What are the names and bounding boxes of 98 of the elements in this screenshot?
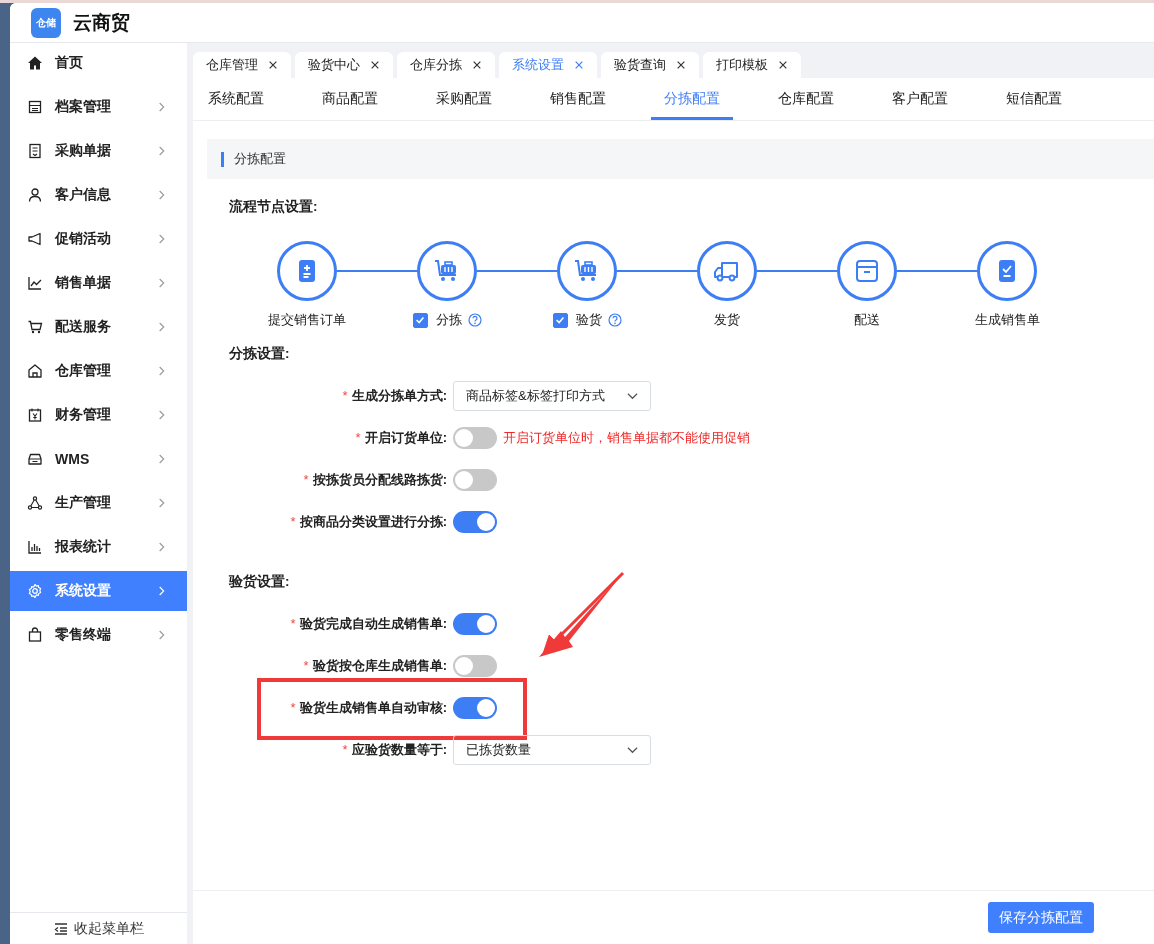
required-asterisk: * <box>303 658 309 673</box>
field-label-text: 应验货数量等于: <box>351 742 447 757</box>
config-tab[interactable]: 销售配置 <box>537 78 619 120</box>
group-title: 验货设置: <box>229 573 291 591</box>
sidebar-item[interactable]: 仓库管理 <box>10 351 187 391</box>
close-icon <box>676 60 686 70</box>
field-label-text: 生成分拣单方式: <box>351 388 447 403</box>
sidebar-item[interactable]: 报表统计 <box>10 527 187 567</box>
collapse-icon <box>53 921 68 936</box>
sidebar-item[interactable]: 财务管理 <box>10 395 187 435</box>
step-label: 生成销售单 <box>974 311 1040 329</box>
group-title: 流程节点设置: <box>229 198 319 216</box>
required-asterisk: * <box>290 514 296 529</box>
page-tab[interactable]: 系统设置 <box>499 52 597 78</box>
home-icon <box>27 55 43 71</box>
page-tab[interactable]: 仓库分拣 <box>397 52 495 78</box>
sidebar-item[interactable]: 零售终端 <box>10 615 187 655</box>
cabinet-icon <box>27 99 43 115</box>
config-tab[interactable]: 分拣配置 <box>651 78 733 120</box>
sidebar-item[interactable]: 档案管理 <box>10 87 187 127</box>
close-icon <box>268 60 278 70</box>
sidebar-item[interactable]: WMS <box>10 439 187 479</box>
config-tab[interactable]: 客户配置 <box>879 78 961 120</box>
chevron-down-icon <box>627 392 638 400</box>
sidebar-item[interactable]: 系统设置 <box>10 571 187 611</box>
check-icon <box>554 314 566 326</box>
settings-icon <box>27 583 43 599</box>
bar-chart-icon <box>27 539 43 555</box>
page-tab[interactable]: 验货查询 <box>601 52 699 78</box>
close-icon <box>370 60 380 70</box>
help-icon <box>467 313 482 327</box>
required-asterisk: * <box>303 472 309 487</box>
help-icon <box>607 313 622 327</box>
chevron-down-icon <box>627 746 638 754</box>
required-asterisk: * <box>342 742 348 757</box>
calendar-icon <box>27 407 43 423</box>
required-asterisk: * <box>290 616 296 631</box>
toggle-switch[interactable] <box>453 469 497 491</box>
step-label: 发货 <box>714 311 740 329</box>
field-label-text: 按商品分类设置进行分拣: <box>299 514 447 529</box>
page-tab[interactable]: 仓库管理 <box>193 52 291 78</box>
page-tab[interactable]: 验货中心 <box>295 52 393 78</box>
sidebar-item[interactable]: 首页 <box>10 43 187 83</box>
close-icon <box>778 60 788 70</box>
sidebar-item[interactable]: 客户信息 <box>10 175 187 215</box>
step-checkbox[interactable] <box>412 312 428 328</box>
dropdown-field[interactable]: 已拣货数量 <box>453 735 651 765</box>
collapse-menu-button[interactable]: 收起菜单栏 <box>10 912 187 944</box>
required-asterisk: * <box>290 700 296 715</box>
close-icon <box>574 60 584 70</box>
car-icon <box>27 451 43 467</box>
required-asterisk: * <box>355 430 361 445</box>
app-logo: 仓储 <box>31 7 61 38</box>
dropdown-field[interactable]: 商品标签&标签打印方式 <box>453 381 651 411</box>
config-tab[interactable]: 商品配置 <box>309 78 391 120</box>
sidebar-item[interactable]: 促销活动 <box>10 219 187 259</box>
step-label: 分拣 <box>435 311 462 329</box>
cart-icon <box>27 319 43 335</box>
required-asterisk: * <box>342 388 348 403</box>
sidebar-item[interactable]: 销售单据 <box>10 263 187 303</box>
warning-text: 开启订货单位时，销售单据都不能使用促销 <box>503 429 750 447</box>
step-label: 提交销售订单 <box>268 311 346 329</box>
field-label-text: 开启订货单位: <box>364 430 447 445</box>
field-label-text: 按拣货员分配线路拣货: <box>312 472 447 487</box>
save-button[interactable]: 保存分拣配置 <box>988 902 1094 933</box>
box-icon <box>853 257 881 285</box>
field-label-text: 验货完成自动生成销售单: <box>299 616 447 631</box>
page-tab[interactable]: 打印模板 <box>703 52 801 78</box>
config-tab[interactable]: 短信配置 <box>993 78 1075 120</box>
toggle-switch[interactable] <box>453 511 497 533</box>
house-icon <box>27 363 43 379</box>
sidebar-item[interactable]: 生产管理 <box>10 483 187 523</box>
section-title: 分拣配置 <box>234 150 286 168</box>
step-label: 验货 <box>575 311 602 329</box>
accent-bar <box>221 151 224 167</box>
toggle-switch[interactable] <box>453 427 497 449</box>
step-label: 配送 <box>854 311 880 329</box>
config-tab[interactable]: 仓库配置 <box>765 78 847 120</box>
close-icon <box>472 60 482 70</box>
group-title: 分拣设置: <box>229 345 291 363</box>
app-title: 云商贸 <box>73 10 130 35</box>
toggle-switch[interactable] <box>453 613 497 635</box>
config-tab[interactable]: 系统配置 <box>195 78 277 120</box>
toggle-switch[interactable] <box>453 697 497 719</box>
megaphone-icon <box>27 231 43 247</box>
toggle-switch[interactable] <box>453 655 497 677</box>
field-label-text: 验货按仓库生成销售单: <box>312 658 447 673</box>
check-icon <box>414 314 426 326</box>
nodes-icon <box>27 495 43 511</box>
config-tab[interactable]: 采购配置 <box>423 78 505 120</box>
sidebar-item[interactable]: 采购单据 <box>10 131 187 171</box>
field-label-text: 验货生成销售单自动审核: <box>299 700 447 715</box>
bag-icon <box>27 627 43 643</box>
document-icon <box>27 143 43 159</box>
sidebar-item[interactable]: 配送服务 <box>10 307 187 347</box>
step-checkbox[interactable] <box>552 312 568 328</box>
line-chart-icon <box>27 275 43 291</box>
person-icon <box>27 187 43 203</box>
